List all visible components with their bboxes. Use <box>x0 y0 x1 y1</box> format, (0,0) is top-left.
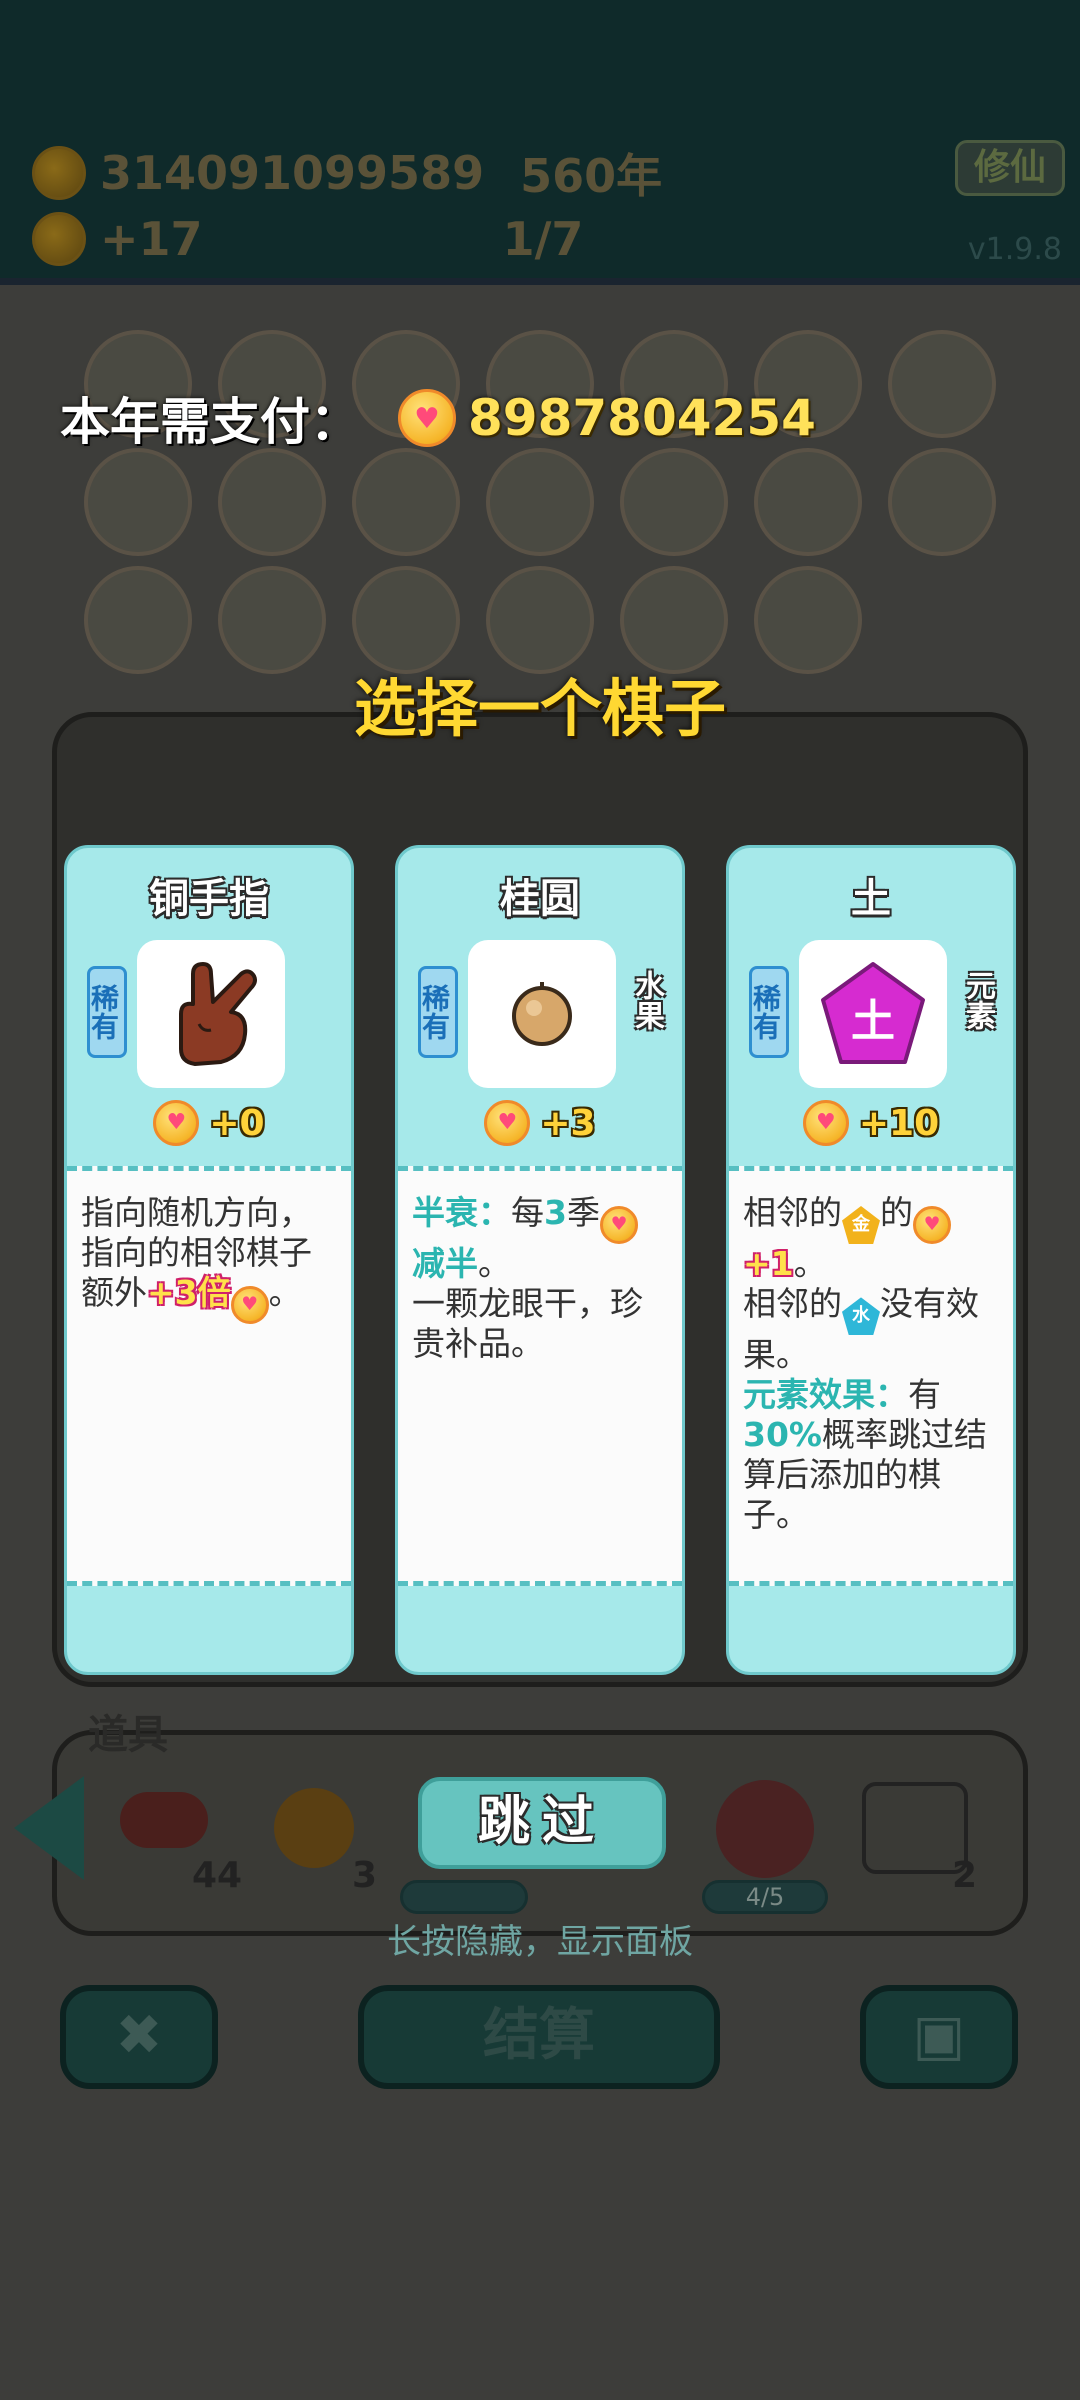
bag-button[interactable]: ▣ <box>860 1985 1018 2089</box>
card-title: 桂圆 <box>500 876 580 922</box>
settle-button[interactable]: 结算 <box>358 1985 720 2089</box>
category-tag: 水果 <box>629 970 664 1030</box>
liver-item-icon[interactable] <box>120 1792 208 1848</box>
item-count: 44 <box>192 1855 243 1896</box>
card-description: 指向随机方向， 指向的相邻棋子 额外+3倍 ♥。 <box>67 1166 351 1586</box>
version-label: v1.9.8 <box>967 232 1062 267</box>
rarity-badge: 稀有 <box>749 966 789 1058</box>
rarity-badge: 稀有 <box>87 966 127 1058</box>
card-description: 半衰：每3季 ♥ 减半。 一颗龙眼干，珍贵补品。 <box>398 1166 682 1586</box>
rarity-badge: 稀有 <box>418 966 458 1058</box>
piece-slot <box>84 448 192 556</box>
piece-slot <box>218 448 326 556</box>
coin-icon: ♥ <box>484 1100 531 1146</box>
piece-card-copper-finger[interactable]: 铜手指 稀有 ♥ +0 指向随机方向， 指向的相邻棋子 额外+3倍 ♥。 <box>64 845 354 1675</box>
item-charge-bar: 4/5 <box>702 1880 828 1914</box>
coin-icon: ♥ <box>802 1100 849 1146</box>
piece-slot <box>888 448 996 556</box>
card-value: ♥ +0 <box>67 1100 351 1146</box>
piece-slot <box>888 330 996 438</box>
item-charge-bar <box>400 1880 528 1914</box>
longan-icon <box>468 940 616 1088</box>
card-value: ♥ +3 <box>398 1100 682 1146</box>
payment-amount: 8987804254 <box>468 389 816 447</box>
skip-button[interactable]: 跳过 <box>418 1777 666 1869</box>
coin-item-icon[interactable] <box>274 1788 354 1868</box>
coin-icon: ♥ <box>398 389 456 447</box>
coin-icon: ♥ <box>230 1286 269 1325</box>
coin-icon <box>32 212 86 266</box>
item-count: 3 <box>352 1855 378 1896</box>
earth-element-icon: 土 <box>799 940 947 1088</box>
arrow-left-icon[interactable] <box>14 1776 84 1880</box>
piece-slot <box>754 448 862 556</box>
hide-panel-hint: 长按隐藏，显示面板 <box>387 1922 693 1962</box>
piece-card-longan[interactable]: 桂圆 稀有 水果 ♥ +3 半衰：每3季 ♥ 减半。 一颗龙眼干，珍贵补品。 <box>395 845 685 1675</box>
payment-label: 本年需支付： <box>60 393 360 451</box>
remove-piece-button[interactable]: ✖ <box>60 1985 218 2089</box>
coin-icon: ♥ <box>913 1206 951 1245</box>
coin-icon: ♥ <box>153 1100 200 1146</box>
annual-payment: 本年需支付： ♥ 8987804254 <box>60 382 816 454</box>
water-element-icon: 水 <box>842 1297 880 1336</box>
card-description: 相邻的金的 ♥ +1。 相邻的水没有效果。 元素效果：有30%概率跳过结算后添加的… <box>729 1166 1013 1586</box>
card-title: 土 <box>851 876 891 922</box>
piece-slot <box>352 448 460 556</box>
cultivate-button[interactable]: 修仙 <box>955 140 1065 196</box>
target-item-icon[interactable] <box>716 1780 814 1878</box>
card-value: ♥ +10 <box>729 1100 1013 1146</box>
coin-total: 314091099589 560年 <box>32 140 662 206</box>
income-row: +17 1/7 <box>32 212 583 266</box>
coin-icon: ♥ <box>599 1206 638 1245</box>
pointing-hand-icon <box>137 940 285 1088</box>
item-count: 2 <box>952 1855 978 1896</box>
gold-element-icon: 金 <box>842 1206 880 1244</box>
coin-icon <box>32 146 86 200</box>
piece-card-earth[interactable]: 土 稀有 土 元素 ♥ +10 相邻的金的 ♥ +1。 相邻的水没有效果。 元素效… <box>726 845 1016 1675</box>
category-tag: 元素 <box>960 970 995 1030</box>
element-glyph: 土 <box>851 996 895 1047</box>
round-progress: 1/7 <box>502 212 584 266</box>
year-counter: 560年 <box>520 149 663 203</box>
tools-title: 道具 <box>88 1712 168 1758</box>
piece-slot <box>486 448 594 556</box>
card-title: 铜手指 <box>149 876 269 922</box>
piece-slot <box>620 448 728 556</box>
hud-bar: 314091099589 560年 +17 1/7 修仙 v1.9.8 <box>0 0 1080 286</box>
choose-piece-title: 选择一个棋子 <box>353 672 726 745</box>
